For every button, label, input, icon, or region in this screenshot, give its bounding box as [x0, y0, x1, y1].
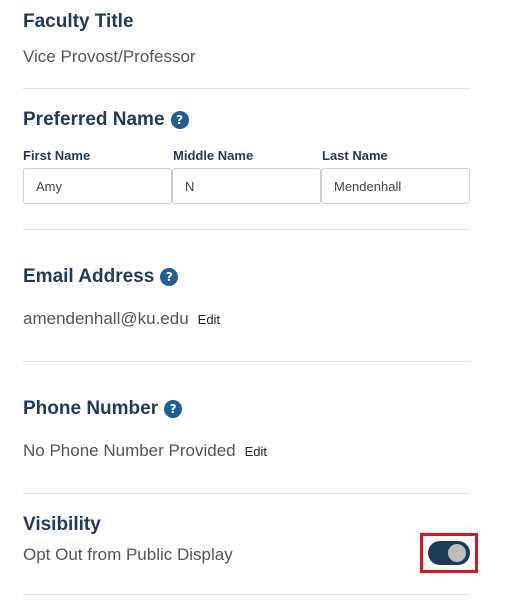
divider [23, 361, 470, 362]
divider [23, 493, 470, 494]
visibility-heading: Visibility [23, 514, 101, 535]
highlight-box [420, 533, 478, 573]
first-name-label: First Name [23, 148, 91, 163]
help-icon[interactable]: ? [164, 400, 183, 418]
opt-out-label: Opt Out from Public Display [23, 545, 233, 564]
help-icon[interactable]: ? [160, 268, 179, 286]
faculty-title-value: Vice Provost/Professor [23, 47, 196, 66]
last-name-input[interactable] [321, 168, 470, 204]
phone-value: No Phone Number Provided [23, 441, 236, 460]
email-row: amendenhall@ku.edu Edit [23, 309, 220, 329]
email-heading: Email Address ? [23, 266, 179, 288]
divider [23, 229, 470, 230]
email-edit-link[interactable]: Edit [198, 312, 220, 327]
last-name-label: Last Name [322, 148, 388, 163]
help-icon[interactable]: ? [170, 111, 189, 129]
opt-out-toggle[interactable] [428, 541, 470, 565]
email-value: amendenhall@ku.edu [23, 309, 189, 328]
phone-heading: Phone Number ? [23, 398, 183, 420]
phone-row: No Phone Number Provided Edit [23, 441, 267, 461]
phone-heading-text: Phone Number [23, 398, 159, 419]
email-heading-text: Email Address [23, 266, 155, 287]
toggle-knob [448, 544, 466, 562]
phone-edit-link[interactable]: Edit [245, 444, 267, 459]
preferred-name-heading: Preferred Name ? [23, 109, 189, 131]
middle-name-label: Middle Name [173, 148, 254, 163]
middle-name-input[interactable] [172, 168, 321, 204]
divider [23, 594, 470, 595]
divider [23, 88, 470, 89]
first-name-input[interactable] [23, 168, 172, 204]
faculty-title-heading: Faculty Title [23, 11, 134, 32]
preferred-name-heading-text: Preferred Name [23, 109, 165, 130]
